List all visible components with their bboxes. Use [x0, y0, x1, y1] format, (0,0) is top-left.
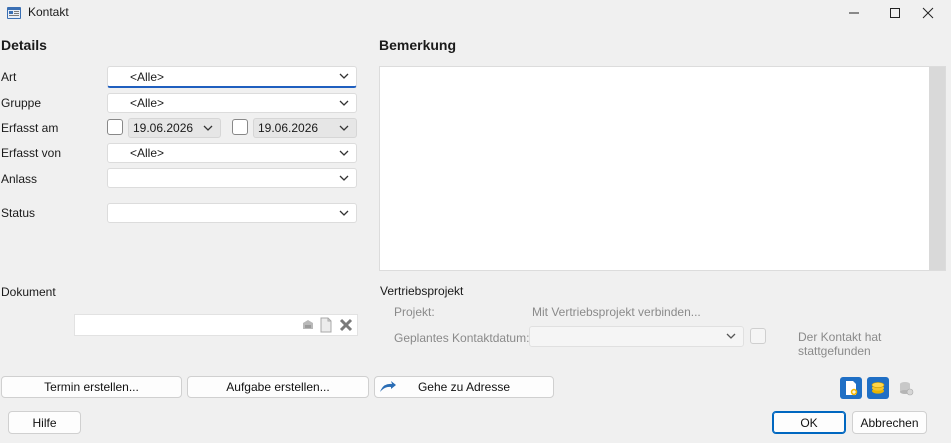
address-arrow-icon [380, 381, 396, 392]
disabled-tool-button[interactable] [895, 377, 917, 399]
stattgefunden-checkbox[interactable] [750, 328, 766, 344]
document-icon[interactable] [319, 317, 333, 333]
anlass-combobox[interactable] [107, 168, 357, 188]
chevron-down-icon [339, 210, 349, 216]
minimize-icon [849, 12, 859, 14]
erfasst-am-from-datepicker[interactable]: 19.06.2026 [128, 118, 221, 138]
art-label: Art [1, 70, 17, 84]
scan-icon[interactable] [300, 317, 316, 333]
stattgefunden-label: Der Kontakt hat stattgefunden [798, 330, 882, 358]
dokument-label: Dokument [1, 285, 56, 299]
chevron-down-icon [339, 100, 349, 106]
gruppe-combobox[interactable]: <Alle> [107, 93, 357, 113]
window-title: Kontakt [28, 5, 69, 19]
erfasst-am-from-checkbox[interactable] [107, 119, 123, 135]
kontaktdatum-combobox[interactable] [529, 326, 744, 347]
vertriebsprojekt-heading: Vertriebsprojekt [380, 284, 464, 298]
erfasst-am-to-checkbox[interactable] [232, 119, 248, 135]
chevron-down-icon [339, 73, 349, 79]
new-document-icon [846, 381, 858, 396]
title-bar [0, 0, 951, 26]
hilfe-label: Hilfe [32, 415, 57, 430]
aufgabe-erstellen-label: Aufgabe erstellen... [226, 380, 330, 394]
erfasst-am-label: Erfasst am [1, 121, 59, 135]
art-value: <Alle> [130, 69, 165, 84]
hilfe-button[interactable]: Hilfe [8, 411, 81, 434]
delete-icon[interactable] [338, 317, 354, 333]
termin-erstellen-button[interactable]: Termin erstellen... [1, 376, 182, 398]
gruppe-value: <Alle> [130, 96, 165, 110]
bemerkung-heading: Bemerkung [379, 37, 457, 53]
erfasst-am-from-value: 19.06.2026 [133, 121, 194, 135]
new-document-button[interactable] [840, 377, 862, 399]
chevron-down-icon [203, 125, 213, 131]
erfasst-am-to-value: 19.06.2026 [258, 121, 319, 135]
bemerkung-scrollbar[interactable] [929, 67, 945, 270]
coins-icon [871, 382, 885, 394]
abbrechen-label: Abbrechen [860, 415, 919, 430]
chevron-down-icon [339, 175, 349, 181]
database-icon [900, 382, 914, 396]
gehe-zu-adresse-label: Gehe zu Adresse [417, 380, 511, 394]
app-window-icon [6, 5, 22, 21]
anlass-label: Anlass [1, 172, 38, 186]
coins-button[interactable] [867, 377, 889, 399]
ok-label: OK [800, 415, 818, 430]
minimize-button[interactable] [831, 0, 877, 26]
close-button[interactable] [905, 0, 951, 26]
maximize-icon [890, 8, 900, 18]
status-label: Status [1, 206, 36, 220]
gruppe-label: Gruppe [1, 96, 42, 110]
erfasst-von-value: <Alle> [130, 146, 165, 160]
gehe-zu-adresse-button[interactable]: Gehe zu Adresse [374, 376, 554, 398]
ok-button[interactable]: OK [772, 411, 846, 434]
status-combobox[interactable] [107, 203, 357, 223]
bemerkung-textarea[interactable] [379, 66, 946, 271]
art-combobox[interactable]: <Alle> [107, 66, 357, 88]
details-heading: Details [1, 37, 47, 53]
close-icon [922, 7, 934, 19]
projekt-link[interactable]: Mit Vertriebsprojekt verbinden... [532, 305, 701, 319]
erfasst-am-to-datepicker[interactable]: 19.06.2026 [253, 118, 357, 138]
chevron-down-icon [339, 150, 349, 156]
projekt-label: Projekt: [394, 305, 435, 319]
chevron-down-icon [726, 333, 736, 339]
abbrechen-button[interactable]: Abbrechen [852, 411, 927, 434]
erfasst-von-combobox[interactable]: <Alle> [107, 143, 357, 163]
kontaktdatum-label: Geplantes Kontaktdatum: [394, 331, 530, 345]
aufgabe-erstellen-button[interactable]: Aufgabe erstellen... [187, 376, 369, 398]
chevron-down-icon [339, 125, 349, 131]
termin-erstellen-label: Termin erstellen... [44, 380, 139, 394]
erfasst-von-label: Erfasst von [1, 146, 62, 160]
